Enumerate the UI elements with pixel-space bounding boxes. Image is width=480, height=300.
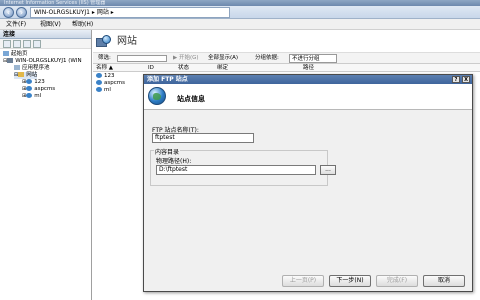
tree-item-site-aspcms[interactable]: ⊞ aspcms xyxy=(22,86,55,93)
previous-button[interactable]: 上一页(P) xyxy=(282,275,324,287)
menu-help[interactable]: 帮助(H) xyxy=(72,19,93,30)
physical-path-label: 物理路径(H): xyxy=(156,158,192,165)
breadcrumb-separator-icon: ▸ xyxy=(91,9,95,16)
connections-header: 连接 xyxy=(0,30,91,39)
globe-icon xyxy=(26,86,33,91)
dialog-heading: 站点信息 xyxy=(177,95,205,103)
forward-arrow-icon: › xyxy=(19,8,24,17)
save-icon[interactable] xyxy=(13,40,21,48)
close-button[interactable]: X xyxy=(462,76,470,83)
globe-icon xyxy=(26,93,33,98)
breadcrumb-separator-icon: ▸ xyxy=(110,9,114,16)
tree-item-start-page[interactable]: 起始页 xyxy=(3,51,28,58)
tree-item-site-ml[interactable]: ⊞ ml xyxy=(22,93,41,100)
help-button[interactable]: ? xyxy=(452,76,460,83)
menu-view[interactable]: 视图(V) xyxy=(40,19,61,30)
globe-icon xyxy=(26,79,33,84)
tree-item-site-123[interactable]: ⊞ 123 xyxy=(22,79,45,86)
globe-icon xyxy=(148,87,166,105)
group-by-select[interactable]: 不进行分组 xyxy=(289,54,337,63)
dialog-title: 添加 FTP 站点 xyxy=(147,76,188,83)
dialog-title-bar: 添加 FTP 站点 ? X xyxy=(144,75,472,84)
column-path[interactable]: 路径 xyxy=(303,64,314,72)
browse-button[interactable]: ... xyxy=(320,165,336,175)
tree-item-sites[interactable]: ⊟ 网站 xyxy=(14,72,38,79)
tree-item-app-pools[interactable]: 应用程序池 xyxy=(14,65,50,72)
physical-path-input[interactable]: D:\ftptest xyxy=(156,165,316,175)
breadcrumb[interactable]: WIN-OLRGSLKUYJ1 ▸ 网站 ▸ xyxy=(30,7,230,18)
start-filter-button[interactable]: ▶ 开始(G) xyxy=(173,53,199,64)
globe-icon xyxy=(96,73,102,78)
connect-icon[interactable] xyxy=(3,40,11,48)
back-button[interactable]: ‹ xyxy=(3,7,14,18)
home-icon xyxy=(3,51,9,56)
column-name[interactable]: 名称 ▲ xyxy=(96,64,113,72)
forward-button[interactable]: › xyxy=(16,7,27,18)
connections-toolbar xyxy=(0,39,91,49)
next-button[interactable]: 下一步(N) xyxy=(329,275,371,287)
folder-up-icon[interactable] xyxy=(23,40,31,48)
server-icon xyxy=(7,58,14,63)
site-name-input[interactable]: ftptest xyxy=(152,133,254,143)
filter-bar: 筛选: ▶ 开始(G) 全部显示(A) 分组依据: 不进行分组 xyxy=(93,52,480,64)
table-row[interactable]: ml xyxy=(96,87,111,94)
address-bar: ‹ › WIN-OLRGSLKUYJ1 ▸ 网站 ▸ xyxy=(0,6,480,19)
sites-icon xyxy=(96,35,112,49)
content-directory-label: 内容目录 xyxy=(154,147,181,156)
group-by-label: 分组依据: xyxy=(255,55,279,61)
add-ftp-site-dialog: 添加 FTP 站点 ? X 站点信息 FTP 站点名称(T): ftptest … xyxy=(143,74,473,292)
column-binding[interactable]: 绑定 xyxy=(217,64,228,72)
filter-label: 筛选: xyxy=(98,55,111,61)
cancel-button[interactable]: 取消 xyxy=(423,275,465,287)
tree-item-server[interactable]: ⊟ WIN-OLRGSLKUYJ1 (WIN xyxy=(3,58,82,65)
menu-file[interactable]: 文件(F) xyxy=(6,19,26,30)
back-arrow-icon: ‹ xyxy=(6,8,11,17)
sites-table-header: 名称 ▲ ID 状态 绑定 路径 xyxy=(93,64,480,72)
folder-icon xyxy=(18,72,25,77)
table-row[interactable]: 123 xyxy=(96,73,115,80)
dialog-header: 站点信息 xyxy=(144,84,472,110)
page-title: 网站 xyxy=(117,36,137,47)
show-all-button[interactable]: 全部显示(A) xyxy=(208,53,238,64)
refresh-icon[interactable] xyxy=(33,40,41,48)
globe-icon xyxy=(96,80,102,85)
filter-input[interactable] xyxy=(117,55,167,62)
finish-button[interactable]: 完成(F) xyxy=(376,275,418,287)
column-id[interactable]: ID xyxy=(148,64,154,72)
globe-icon xyxy=(96,87,102,92)
app-pool-icon xyxy=(14,65,20,70)
table-row[interactable]: aspcms xyxy=(96,80,125,87)
menu-bar: 文件(F) 视图(V) 帮助(H) xyxy=(0,19,480,30)
connections-pane: 连接 起始页 ⊟ WIN-OLRGSLKUYJ1 (WIN 应用程序池 ⊟ 网站 ⊞… xyxy=(0,30,92,300)
breadcrumb-server[interactable]: WIN-OLRGSLKUYJ1 xyxy=(34,9,90,16)
column-status[interactable]: 状态 xyxy=(178,64,189,72)
breadcrumb-sites[interactable]: 网站 xyxy=(97,9,109,16)
